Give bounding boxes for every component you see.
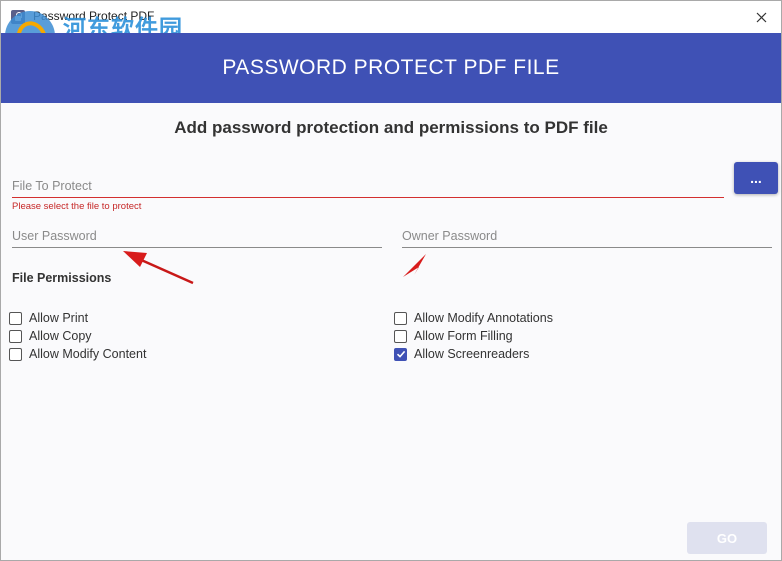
file-field-placeholder: File To Protect (12, 179, 92, 193)
header-banner: PASSWORD PROTECT PDF FILE (1, 33, 781, 103)
arrow-to-owner-password-icon (403, 254, 426, 277)
checkbox-box[interactable] (394, 329, 407, 343)
title-bar: Password Protect PDF (1, 1, 781, 33)
checkbox-label: Allow Copy (29, 329, 92, 343)
owner-password-field[interactable]: Owner Password (402, 227, 772, 248)
checkbox-box[interactable] (394, 347, 407, 361)
user-password-underline (12, 247, 382, 248)
checkbox-label: Allow Print (29, 311, 89, 325)
allow-modify-annotations-checkbox[interactable]: Allow Modify Annotations (394, 310, 553, 326)
file-field-underline (12, 197, 724, 198)
go-button[interactable]: GO (687, 522, 767, 554)
allow-modify-content-checkbox[interactable]: Allow Modify Content (9, 346, 146, 362)
user-password-field[interactable]: User Password (12, 227, 382, 248)
permissions-heading: File Permissions (12, 271, 112, 285)
page-subtitle: Add password protection and permissions … (174, 118, 608, 137)
file-field-error: Please select the file to protect (12, 201, 142, 212)
checkbox-label: Allow Screenreaders (414, 347, 530, 361)
page-title: PASSWORD PROTECT PDF FILE (222, 56, 560, 79)
checkbox-box[interactable] (9, 347, 22, 361)
file-to-protect-field[interactable]: File To Protect (12, 177, 724, 198)
allow-copy-checkbox[interactable]: Allow Copy (9, 328, 92, 344)
checkbox-box[interactable] (9, 329, 22, 343)
checkbox-label: Allow Form Filling (414, 329, 513, 343)
window-title: Password Protect PDF (33, 9, 155, 23)
checkbox-label: Allow Modify Content (29, 347, 147, 361)
close-icon (756, 12, 766, 22)
checkmark-icon (396, 350, 405, 358)
checkbox-box[interactable] (9, 311, 22, 325)
allow-print-checkbox[interactable]: Allow Print (9, 310, 88, 326)
owner-password-underline (402, 247, 772, 248)
close-button[interactable] (747, 5, 775, 29)
user-password-placeholder: User Password (12, 229, 97, 243)
browse-button[interactable]: ... (734, 162, 778, 194)
lock-icon (11, 10, 25, 24)
allow-form-filling-checkbox[interactable]: Allow Form Filling (394, 328, 513, 344)
app-window: Password Protect PDF 河东软件园 www.pc0359.cn… (0, 0, 782, 561)
owner-password-placeholder: Owner Password (402, 229, 498, 243)
allow-screenreaders-checkbox[interactable]: Allow Screenreaders (394, 346, 529, 362)
checkbox-box[interactable] (394, 311, 407, 325)
checkbox-label: Allow Modify Annotations (414, 311, 553, 325)
arrow-to-user-password-icon (123, 251, 194, 285)
